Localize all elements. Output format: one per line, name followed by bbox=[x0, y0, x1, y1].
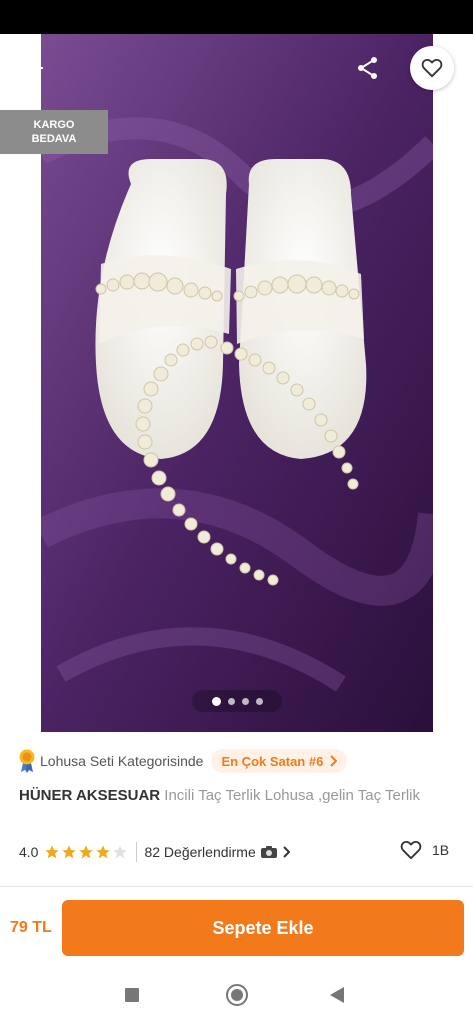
favorite-button[interactable] bbox=[410, 46, 454, 90]
recent-apps-button[interactable] bbox=[125, 988, 139, 1002]
back-arrow-icon bbox=[24, 59, 44, 77]
system-navigation-bar bbox=[0, 968, 473, 1024]
price: 79 TL bbox=[10, 919, 52, 936]
reviews-link[interactable]: 82 Değerlendirme bbox=[144, 844, 290, 860]
camera-icon bbox=[260, 846, 277, 858]
rating-stars bbox=[44, 844, 128, 860]
star-icon bbox=[62, 845, 77, 859]
medal-icon bbox=[19, 749, 35, 773]
chevron-right-icon bbox=[330, 755, 338, 767]
home-button[interactable] bbox=[226, 984, 248, 1006]
category-row: Lohusa Seti Kategorisinde En Çok Satan #… bbox=[18, 748, 348, 774]
gallery-pagination[interactable] bbox=[192, 690, 282, 712]
pagination-dot[interactable] bbox=[211, 696, 221, 706]
badge-line-2: BEDAVA bbox=[31, 133, 77, 145]
chevron-right-icon bbox=[283, 846, 290, 858]
bestseller-label: En Çok Satan #6 bbox=[221, 753, 324, 769]
product-image-gallery[interactable]: KARGO BEDAVA bbox=[0, 34, 473, 732]
add-to-cart-button[interactable]: Sepete Ekle bbox=[62, 900, 464, 956]
heart-icon bbox=[421, 58, 443, 78]
back-button[interactable] bbox=[18, 52, 50, 84]
category-label: Lohusa Seti Kategorisinde bbox=[40, 753, 204, 769]
star-icon bbox=[45, 845, 60, 859]
divider bbox=[136, 842, 138, 862]
divider bbox=[0, 886, 473, 887]
free-shipping-badge: KARGO BEDAVA bbox=[0, 110, 108, 154]
pagination-dot[interactable] bbox=[241, 697, 249, 705]
like-count-button[interactable]: 1B bbox=[400, 840, 449, 860]
product-title: HÜNER AKSESUAR Incili Taç Terlik Lohusa … bbox=[19, 786, 459, 806]
rating-value: 4.0 bbox=[19, 844, 39, 860]
product-name: Incili Taç Terlik Lohusa ,gelin Taç Terl… bbox=[164, 787, 420, 804]
rating-row: 4.0 82 Değerlendirme bbox=[19, 840, 459, 864]
status-bar bbox=[0, 0, 473, 34]
system-back-button[interactable] bbox=[330, 987, 344, 1003]
share-button[interactable] bbox=[352, 52, 384, 84]
review-count: 82 Değerlendirme bbox=[144, 844, 256, 860]
pagination-dot[interactable] bbox=[227, 697, 235, 705]
pagination-dot[interactable] bbox=[255, 697, 263, 705]
star-icon bbox=[96, 845, 111, 859]
heart-icon bbox=[400, 840, 422, 860]
star-icon bbox=[79, 845, 94, 859]
brand-name[interactable]: HÜNER AKSESUAR bbox=[19, 787, 160, 804]
like-count: 1B bbox=[432, 842, 450, 858]
bottom-cart-bar: 79 TL Sepete Ekle bbox=[0, 888, 473, 968]
bestseller-rank-link[interactable]: En Çok Satan #6 bbox=[211, 749, 348, 773]
badge-line-1: KARGO bbox=[33, 119, 75, 131]
share-icon bbox=[358, 57, 377, 79]
star-icon bbox=[113, 845, 128, 859]
